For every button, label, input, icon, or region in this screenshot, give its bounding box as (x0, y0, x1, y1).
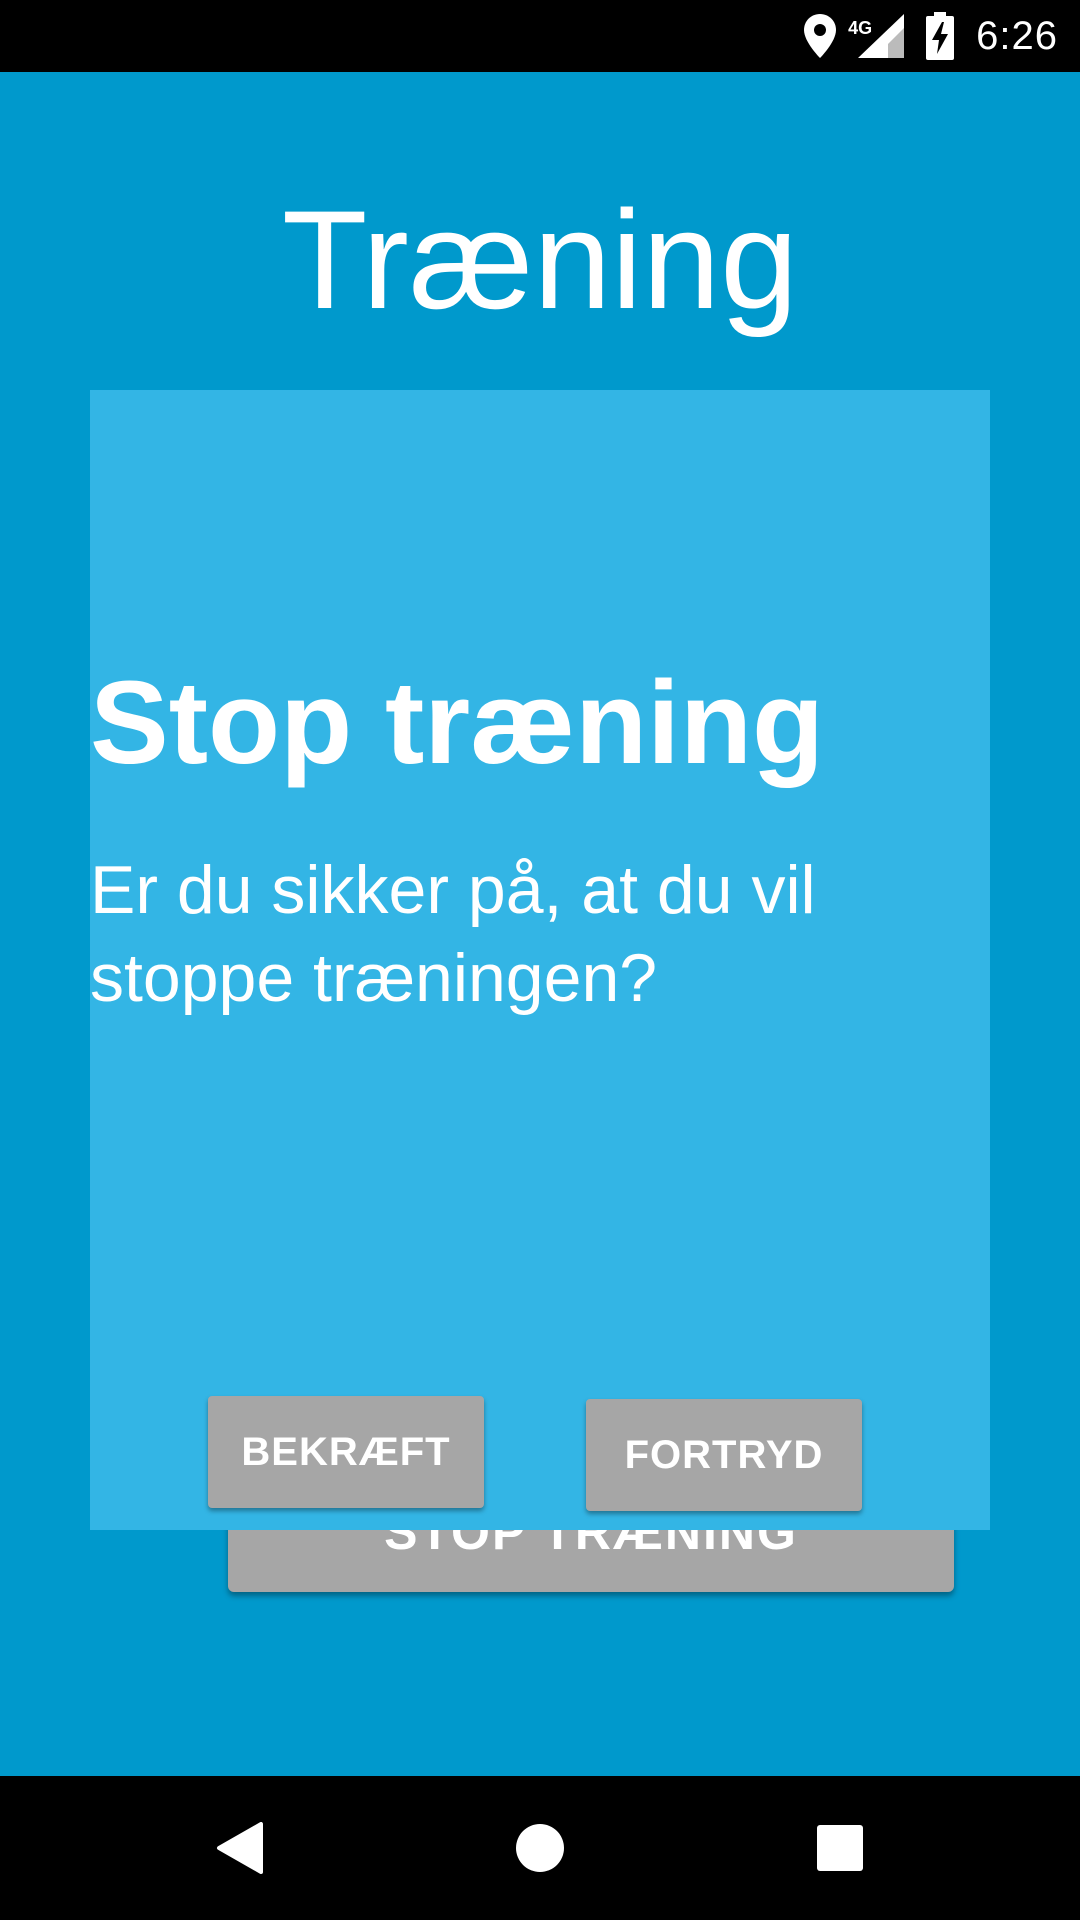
back-icon (217, 1822, 263, 1874)
back-button[interactable] (180, 1776, 300, 1920)
confirm-button[interactable]: BEKRÆFT (208, 1396, 484, 1508)
status-time: 6:26 (976, 13, 1058, 58)
recents-icon (817, 1825, 863, 1871)
screen: 4G 6:26 Træning STOP TRÆNING Stop trænin… (0, 0, 1080, 1920)
home-icon (516, 1824, 564, 1872)
recents-button[interactable] (780, 1776, 900, 1920)
dialog-message: Er du sikker på, at du vil stoppe trænin… (90, 852, 816, 1016)
page-title: Træning (281, 181, 799, 338)
stop-training-dialog: Stop træning Er du sikker på, at du vil … (90, 390, 990, 1530)
location-icon (804, 14, 837, 58)
status-icons: 4G 6:26 (804, 0, 1058, 72)
dialog-title: Stop træning (90, 657, 825, 789)
navigation-bar (0, 1776, 1080, 1920)
status-bar: 4G 6:26 (0, 0, 1080, 72)
signal-icon: 4G (848, 14, 905, 58)
network-type-label: 4G (848, 18, 873, 38)
home-button[interactable] (480, 1776, 600, 1920)
battery-charging-icon (926, 12, 955, 60)
cancel-button[interactable]: FORTRYD (586, 1399, 862, 1511)
